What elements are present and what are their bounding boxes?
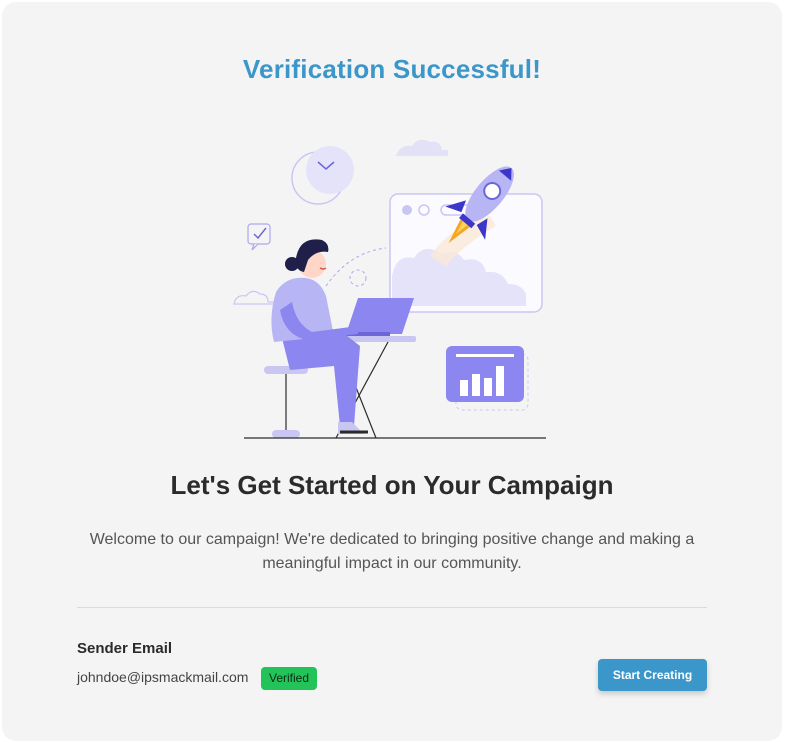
verified-badge: Verified (261, 667, 318, 690)
sender-email-label: Sender Email (77, 640, 173, 657)
section-divider (77, 607, 707, 608)
sender-email-value: johndoe@ipsmackmail.com (77, 669, 249, 685)
page-title: Verification Successful! (242, 54, 542, 84)
start-creating-button[interactable]: Start Creating (598, 659, 707, 691)
campaign-description: Welcome to our campaign! We're dedicated… (89, 531, 695, 572)
campaign-illustration (230, 126, 560, 444)
campaign-heading: Let's Get Started on Your Campaign (170, 470, 614, 500)
verification-card: Verification Successful! Let's Get Start… (2, 2, 782, 741)
